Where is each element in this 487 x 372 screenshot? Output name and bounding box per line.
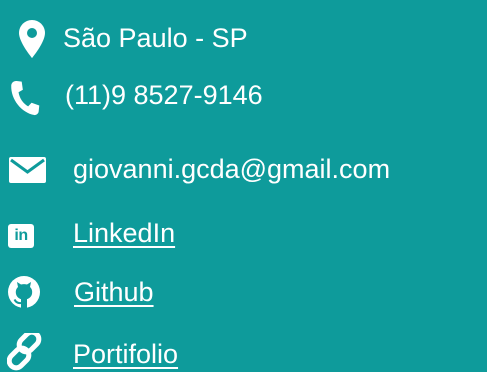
github-icon: [7, 275, 41, 309]
contact-item-email: giovanni.gcda@gmail.com: [0, 147, 487, 191]
chain-link-icon: [7, 333, 45, 371]
envelope-icon: [8, 157, 46, 183]
phone-icon: [7, 80, 43, 116]
portfolio-link[interactable]: Portifolio: [73, 338, 178, 370]
email-text: giovanni.gcda@gmail.com: [73, 154, 391, 184]
contact-item-github[interactable]: Github: [0, 270, 487, 314]
location-text: São Paulo - SP: [63, 23, 248, 53]
contact-list: São Paulo - SP (11)9 8527-9146 giovanni.…: [0, 0, 487, 372]
contact-item-phone: (11)9 8527-9146: [0, 75, 487, 119]
contact-item-linkedin[interactable]: in LinkedIn: [0, 212, 487, 256]
phone-text: (11)9 8527-9146: [65, 80, 263, 110]
contact-item-location: São Paulo - SP: [0, 17, 487, 61]
contact-item-portfolio[interactable]: Portifolio: [0, 332, 487, 372]
github-link[interactable]: Github: [74, 276, 154, 308]
location-pin-icon: [17, 19, 47, 59]
linkedin-icon: in: [8, 224, 34, 248]
linkedin-link[interactable]: LinkedIn: [73, 217, 175, 249]
